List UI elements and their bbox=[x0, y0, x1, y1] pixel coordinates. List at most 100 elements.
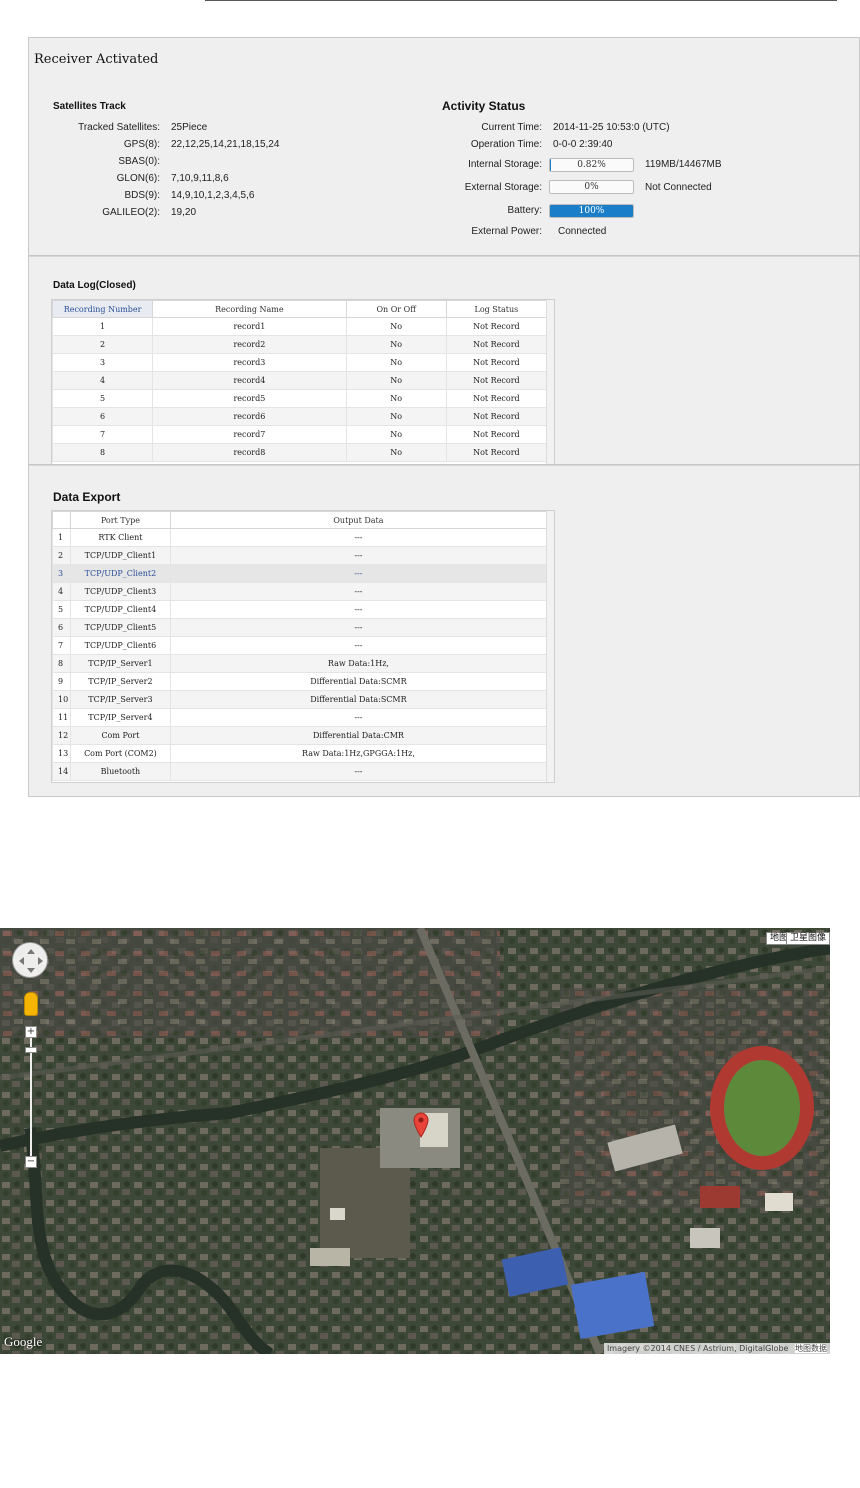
export-column-header[interactable]: Port Type bbox=[69, 511, 171, 529]
datalog-row[interactable]: 1 record1 No Not Record bbox=[51, 317, 548, 336]
export-cell: TCP/IP_Server2 bbox=[69, 672, 171, 691]
export-row[interactable]: 4 TCP/UDP_Client3 --- bbox=[52, 582, 548, 601]
datalog-column-header[interactable]: Log Status bbox=[445, 300, 548, 318]
external-storage-detail: Not Connected bbox=[645, 182, 712, 193]
export-cell: 6 bbox=[52, 618, 71, 637]
datalog-cell: Not Record bbox=[445, 425, 548, 444]
internal-storage-fill bbox=[550, 159, 551, 171]
datalog-cell: Not Record bbox=[445, 407, 548, 426]
export-row[interactable]: 14 Bluetooth --- bbox=[52, 762, 548, 781]
datalog-title: Data Log(Closed) bbox=[53, 280, 136, 291]
satellite-row-value: 14,9,10,1,2,3,4,5,6 bbox=[171, 190, 255, 201]
datalog-cell: 2 bbox=[51, 335, 154, 354]
datalog-cell: Not Record bbox=[445, 443, 548, 462]
location-pin-icon[interactable] bbox=[413, 1112, 429, 1138]
datalog-column-header[interactable]: On Or Off bbox=[345, 300, 447, 318]
datalog-cell: No bbox=[345, 443, 447, 462]
google-logo: Google bbox=[4, 1334, 43, 1349]
export-row[interactable]: 13 Com Port (COM2) Raw Data:1Hz,GPGGA:1Hz, bbox=[52, 744, 548, 763]
satellite-map[interactable]: 地图 卫星图像 + − Google Imagery ©2014 CNES / … bbox=[0, 928, 830, 1354]
street-view-pegman-icon[interactable] bbox=[24, 992, 38, 1016]
datalog-row[interactable]: 4 record4 No Not Record bbox=[51, 371, 548, 390]
datalog-cell: Not Record bbox=[445, 389, 548, 408]
datalog-row[interactable]: 5 record5 No Not Record bbox=[51, 389, 548, 408]
battery-label: Battery: bbox=[507, 205, 542, 216]
export-table: Port Type Output Data 1 RTK Client --- 2 TCP/… bbox=[52, 511, 548, 781]
export-cell: 2 bbox=[52, 546, 71, 565]
datalog-cell: record4 bbox=[152, 371, 347, 390]
export-cell: 4 bbox=[52, 582, 71, 601]
datalog-cell: record6 bbox=[152, 407, 347, 426]
export-cell: TCP/UDP_Client4 bbox=[69, 600, 171, 619]
internal-storage-pct: 0.82% bbox=[577, 160, 606, 170]
attribution-text: Imagery ©2014 CNES / Astrium, DigitalGlo… bbox=[606, 1344, 789, 1353]
external-storage-bar: 0% bbox=[549, 180, 634, 194]
map-attribution: Imagery ©2014 CNES / Astrium, DigitalGlo… bbox=[603, 1343, 830, 1354]
export-row[interactable]: 7 TCP/UDP_Client6 --- bbox=[52, 636, 548, 655]
zoom-in-button[interactable]: + bbox=[25, 1026, 37, 1038]
satellite-button[interactable]: 卫星图像 bbox=[785, 932, 830, 945]
export-cell: Differential Data:CMR bbox=[169, 726, 548, 745]
datalog-scrollbar[interactable] bbox=[546, 300, 554, 464]
operation-time-label: Operation Time: bbox=[470, 139, 542, 150]
export-row[interactable]: 10 TCP/IP_Server3 Differential Data:SCMR bbox=[52, 690, 548, 709]
datalog-column-header[interactable]: Recording Number bbox=[51, 300, 154, 318]
datalog-cell: No bbox=[345, 353, 447, 372]
export-row[interactable]: 5 TCP/UDP_Client4 --- bbox=[52, 600, 548, 619]
satellite-row-label: BDS(9): bbox=[124, 190, 160, 201]
export-column-header[interactable] bbox=[52, 511, 71, 529]
datalog-row[interactable]: 3 record3 No Not Record bbox=[51, 353, 548, 372]
export-scrollbar[interactable] bbox=[546, 511, 554, 782]
battery-bar: 100% bbox=[549, 204, 634, 218]
export-cell: 14 bbox=[52, 762, 71, 781]
export-row[interactable]: 8 TCP/IP_Server1 Raw Data:1Hz, bbox=[52, 654, 548, 673]
datalog-cell: Not Record bbox=[445, 371, 548, 390]
datalog-cell: record2 bbox=[152, 335, 347, 354]
export-row[interactable]: 3 TCP/UDP_Client2 --- bbox=[52, 564, 548, 583]
export-cell: --- bbox=[169, 762, 548, 781]
datalog-row[interactable]: 7 record7 No Not Record bbox=[51, 425, 548, 444]
satellite-row-value: 19,20 bbox=[171, 207, 197, 218]
export-row[interactable]: 9 TCP/IP_Server2 Differential Data:SCMR bbox=[52, 672, 548, 691]
satellite-imagery bbox=[0, 928, 830, 1354]
datalog-cell: 8 bbox=[51, 443, 154, 462]
export-cell: Com Port bbox=[69, 726, 171, 745]
datalog-row[interactable]: 8 record8 No Not Record bbox=[51, 443, 548, 462]
export-cell: 10 bbox=[52, 690, 71, 709]
export-cell: 13 bbox=[52, 744, 71, 763]
datalog-cell: 7 bbox=[51, 425, 154, 444]
receiver-panel: Receiver Activated Satellites Track Trac… bbox=[28, 37, 860, 797]
satellites-title: Satellites Track bbox=[53, 101, 126, 112]
datalog-cell: No bbox=[345, 335, 447, 354]
datalog-cell: Not Record bbox=[445, 317, 548, 336]
datalog-table: Recording Number Recording Name On Or Off L… bbox=[51, 300, 548, 462]
export-row[interactable]: 11 TCP/IP_Server4 --- bbox=[52, 708, 548, 727]
export-cell: RTK Client bbox=[69, 528, 171, 547]
pan-control[interactable] bbox=[12, 942, 48, 978]
datalog-cell: Not Record bbox=[445, 335, 548, 354]
zoom-out-button[interactable]: − bbox=[25, 1156, 37, 1168]
export-cell: --- bbox=[169, 528, 548, 547]
export-row[interactable]: 12 Com Port Differential Data:CMR bbox=[52, 726, 548, 745]
export-cell: TCP/IP_Server4 bbox=[69, 708, 171, 727]
map-data-link[interactable]: 地图数据 bbox=[795, 1344, 827, 1353]
export-row[interactable]: 1 RTK Client --- bbox=[52, 528, 548, 547]
export-column-header[interactable]: Output Data bbox=[169, 511, 548, 529]
export-header-row: Port Type Output Data bbox=[52, 511, 548, 529]
datalog-cell: record3 bbox=[152, 353, 347, 372]
export-row[interactable]: 2 TCP/UDP_Client1 --- bbox=[52, 546, 548, 565]
export-cell: Raw Data:1Hz,GPGGA:1Hz, bbox=[169, 744, 548, 763]
divider bbox=[29, 255, 859, 257]
datalog-cell: record5 bbox=[152, 389, 347, 408]
datalog-row[interactable]: 6 record6 No Not Record bbox=[51, 407, 548, 426]
zoom-slider-thumb[interactable] bbox=[25, 1047, 37, 1053]
panel-title: Receiver Activated bbox=[34, 52, 159, 67]
datalog-row[interactable]: 2 record2 No Not Record bbox=[51, 335, 548, 354]
datalog-cell: record7 bbox=[152, 425, 347, 444]
datalog-cell: 6 bbox=[51, 407, 154, 426]
export-cell: TCP/UDP_Client2 bbox=[69, 564, 171, 583]
datalog-cell: 3 bbox=[51, 353, 154, 372]
export-row[interactable]: 6 TCP/UDP_Client5 --- bbox=[52, 618, 548, 637]
satellite-row-label: Tracked Satellites: bbox=[78, 122, 160, 133]
datalog-column-header[interactable]: Recording Name bbox=[152, 300, 347, 318]
